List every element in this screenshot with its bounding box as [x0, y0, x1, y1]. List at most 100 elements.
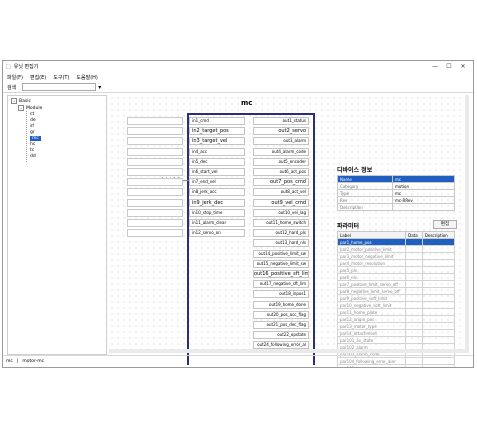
search-input[interactable]: [22, 83, 97, 91]
output-pin[interactable]: out12_hard_pls: [253, 229, 309, 238]
parameter-description[interactable]: [421, 315, 456, 323]
tree-item-mc[interactable]: mc: [30, 136, 41, 141]
collapse-icon[interactable]: −: [11, 98, 17, 104]
external-input-slot[interactable]: [127, 208, 183, 217]
tree-node-root[interactable]: − Basic: [11, 98, 31, 104]
external-input-slot[interactable]: [127, 178, 183, 187]
output-pin[interactable]: out7_pos_cmd: [253, 178, 309, 187]
collapse-icon[interactable]: −: [18, 105, 24, 111]
parameter-data[interactable]: [405, 245, 423, 253]
output-pin[interactable]: out13_hard_nls: [253, 239, 309, 248]
output-pin[interactable]: out10_vel_lag: [253, 208, 309, 217]
parameter-data[interactable]: [405, 301, 423, 309]
input-pin[interactable]: in11_alarm_clear: [189, 219, 245, 227]
parameter-row[interactable]: par3_motor_negative_limit: [336, 252, 456, 260]
close-icon[interactable]: ✕: [456, 63, 470, 70]
input-pin[interactable]: in5_dec: [189, 157, 245, 166]
device-info-value[interactable]: [392, 203, 455, 211]
input-pin[interactable]: in6_start_vel: [189, 168, 245, 176]
input-pin[interactable]: in2_target_pos: [189, 127, 245, 136]
tree-item-ct[interactable]: ct: [30, 112, 34, 117]
output-pin[interactable]: out6_act_pos: [253, 168, 309, 176]
parameter-data[interactable]: [405, 315, 423, 323]
tree-item-gr[interactable]: gr: [30, 130, 35, 135]
external-input-slot[interactable]: [127, 219, 183, 227]
parameter-row[interactable]: par9_positive_soft_limit: [336, 294, 456, 302]
external-input-slot[interactable]: [127, 168, 183, 176]
device-info-value[interactable]: motion: [392, 182, 455, 190]
tree-item-dd[interactable]: dd: [30, 154, 36, 159]
input-pin[interactable]: in10_stop_time: [189, 208, 245, 217]
maximize-icon[interactable]: ☐: [442, 63, 456, 70]
parameter-row[interactable]: par11_home_plate: [336, 308, 456, 316]
tree-item-tc[interactable]: tc: [30, 148, 34, 153]
parameter-row[interactable]: par8_negative_limit_servo_off: [336, 287, 456, 295]
search-dropdown-icon[interactable]: ▾: [98, 84, 101, 91]
external-input-slot[interactable]: [127, 188, 183, 197]
parameter-data[interactable]: [405, 280, 423, 288]
parameter-description[interactable]: [421, 308, 456, 316]
parameter-description[interactable]: [421, 336, 456, 344]
parameter-row[interactable]: par1_home_pos: [336, 238, 456, 246]
external-input-slot[interactable]: [127, 117, 183, 125]
parameter-data[interactable]: [405, 336, 423, 344]
parameter-data[interactable]: [405, 273, 423, 281]
parameter-data[interactable]: [405, 238, 423, 246]
vertical-scrollbar[interactable]: [465, 95, 469, 353]
output-pin[interactable]: out16_positive_sft_lim: [253, 270, 309, 278]
col-header-description[interactable]: Description: [421, 231, 456, 239]
parameter-description[interactable]: [421, 280, 456, 288]
parameter-row[interactable]: par14_attachment: [336, 329, 456, 337]
parameter-data[interactable]: [405, 322, 423, 330]
output-pin[interactable]: out8_act_vel: [253, 188, 309, 197]
output-pin[interactable]: out22_opstate: [253, 331, 309, 340]
menu-help[interactable]: 도움말(H): [76, 74, 97, 81]
input-pin[interactable]: in1_cmd: [189, 117, 245, 125]
parameter-row[interactable]: par2_motor_positive_limit: [336, 245, 456, 253]
col-header-label[interactable]: Label: [336, 231, 407, 239]
external-input-slot[interactable]: [127, 157, 183, 166]
parameter-data[interactable]: [405, 252, 423, 260]
input-pin[interactable]: in12_servo_on: [189, 229, 245, 238]
parameter-description[interactable]: [421, 266, 456, 274]
menu-edit[interactable]: 편집(E): [30, 74, 46, 81]
input-pin[interactable]: in8_jerk_acc: [189, 188, 245, 197]
output-pin[interactable]: out17_negative_sft_lim: [253, 280, 309, 289]
output-pin[interactable]: out9_vel_cmd: [253, 198, 309, 207]
parameter-description[interactable]: [421, 322, 456, 330]
parameter-description[interactable]: [421, 273, 456, 281]
external-input-slot[interactable]: [127, 127, 183, 136]
device-info-value[interactable]: mc-RRev: [392, 196, 455, 204]
output-pin[interactable]: out19_home_done: [253, 300, 309, 309]
parameter-data[interactable]: [405, 308, 423, 316]
minimize-icon[interactable]: —: [428, 63, 442, 70]
parameter-row[interactable]: par12_origin_pos: [336, 315, 456, 323]
output-pin[interactable]: out20_pos_acc_flag: [253, 310, 309, 319]
input-pin[interactable]: in9_jerk_dec: [189, 198, 245, 207]
edit-button[interactable]: 편집: [433, 220, 457, 229]
parameter-data[interactable]: [405, 287, 423, 295]
input-pin[interactable]: in7_end_vel: [189, 178, 245, 187]
input-pin[interactable]: in3_target_vel: [189, 137, 245, 146]
output-pin[interactable]: out4_alarm_code: [253, 147, 309, 156]
parameter-description[interactable]: [421, 259, 456, 267]
external-input-slot[interactable]: [127, 229, 183, 238]
external-input-slot[interactable]: [127, 198, 183, 207]
parameter-description[interactable]: [421, 301, 456, 309]
parameter-row[interactable]: par10_negative_soft_limit: [336, 301, 456, 309]
output-pin[interactable]: out18_inpos1: [253, 290, 309, 299]
parameter-row[interactable]: par6_nls: [336, 273, 456, 281]
parameter-data[interactable]: [405, 259, 423, 267]
menu-file[interactable]: 파일(F): [7, 74, 23, 81]
parameter-description[interactable]: [421, 238, 456, 246]
tree-item-sf[interactable]: sf: [30, 124, 34, 129]
output-pin[interactable]: out15_negative_limit_sw: [253, 259, 309, 268]
parameter-row[interactable]: par13_motor_type: [336, 322, 456, 330]
external-input-slot[interactable]: [127, 147, 183, 156]
parameter-description[interactable]: [421, 287, 456, 295]
parameter-row[interactable]: par101_ax_state: [336, 336, 456, 344]
parameter-data[interactable]: [405, 266, 423, 274]
tree-node-module[interactable]: − Module: [18, 105, 42, 111]
col-header-data[interactable]: Data: [405, 231, 423, 239]
device-info-value[interactable]: mc: [392, 189, 455, 197]
